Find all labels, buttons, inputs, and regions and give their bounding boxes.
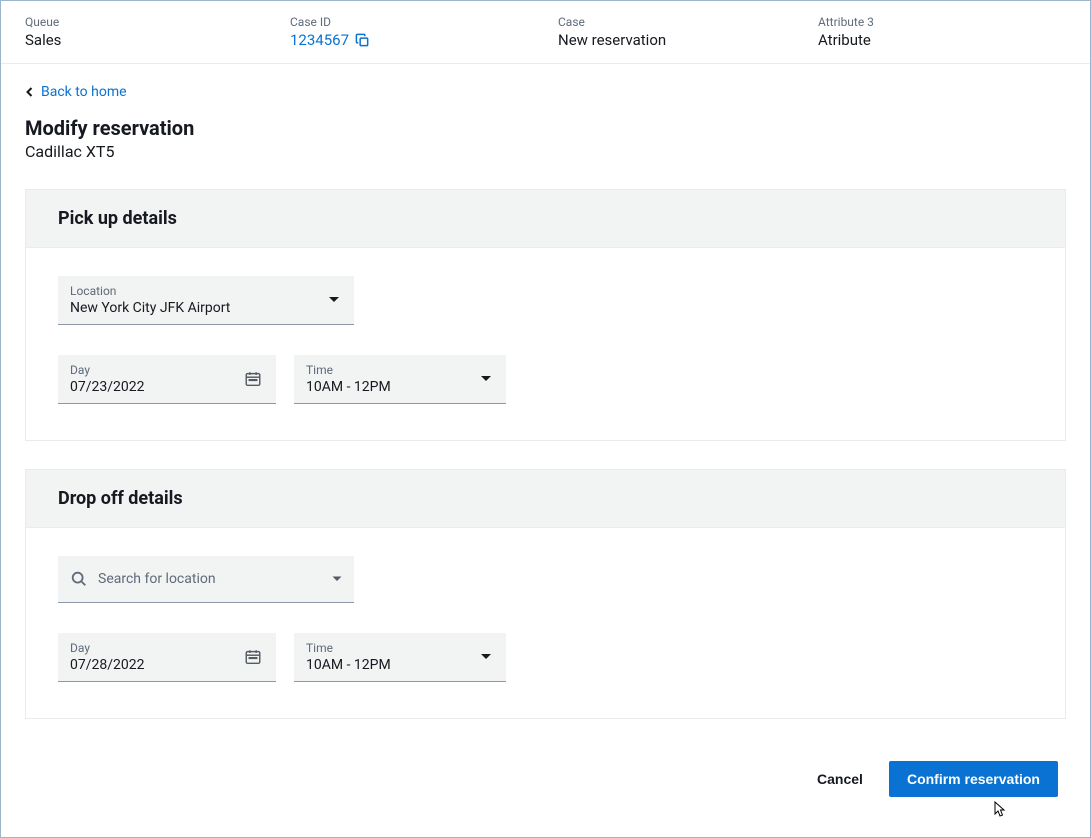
page-title: Modify reservation xyxy=(25,116,1066,140)
copy-icon[interactable] xyxy=(355,33,370,48)
cancel-button[interactable]: Cancel xyxy=(813,763,867,795)
pickup-day-label: Day xyxy=(70,363,264,377)
caseid-value[interactable]: 1234567 xyxy=(290,31,558,49)
pickup-time-label: Time xyxy=(306,363,494,377)
caret-down-icon xyxy=(332,576,342,582)
attr3-label: Attribute 3 xyxy=(818,15,1066,29)
calendar-icon xyxy=(244,648,262,666)
chevron-left-icon xyxy=(25,86,35,98)
queue-value: Sales xyxy=(25,31,290,49)
dropoff-day-input[interactable]: Day 07/28/2022 xyxy=(58,633,276,682)
pickup-day-value: 07/23/2022 xyxy=(70,379,264,395)
queue-label: Queue xyxy=(25,15,290,29)
pickup-day-input[interactable]: Day 07/23/2022 xyxy=(58,355,276,404)
caret-down-icon xyxy=(480,653,492,661)
pickup-heading: Pick up details xyxy=(26,190,1065,248)
case-header: Queue Sales Case ID 1234567 Case New res… xyxy=(1,1,1090,64)
pickup-time-select[interactable]: Time 10AM - 12PM xyxy=(294,355,506,404)
back-link[interactable]: Back to home xyxy=(25,84,1066,100)
caret-down-icon xyxy=(480,375,492,383)
search-icon xyxy=(70,570,88,588)
back-link-text: Back to home xyxy=(41,84,127,100)
attr3-value: Atribute xyxy=(818,31,1066,49)
dropoff-day-label: Day xyxy=(70,641,264,655)
dropoff-search-placeholder: Search for location xyxy=(98,571,322,587)
dropoff-location-search[interactable]: Search for location xyxy=(58,556,354,603)
header-case: Case New reservation xyxy=(558,15,818,49)
header-case-id: Case ID 1234567 xyxy=(290,15,558,49)
caseid-text: 1234567 xyxy=(290,31,349,49)
caret-down-icon xyxy=(328,296,340,304)
pickup-location-label: Location xyxy=(70,284,342,298)
header-attribute3: Attribute 3 Atribute xyxy=(818,15,1066,49)
header-queue: Queue Sales xyxy=(25,15,290,49)
pickup-location-value: New York City JFK Airport xyxy=(70,300,342,316)
case-label: Case xyxy=(558,15,818,29)
dropoff-day-value: 07/28/2022 xyxy=(70,657,264,673)
confirm-reservation-button[interactable]: Confirm reservation xyxy=(889,761,1058,797)
caseid-label: Case ID xyxy=(290,15,558,29)
dropoff-time-value: 10AM - 12PM xyxy=(306,657,494,673)
pickup-time-value: 10AM - 12PM xyxy=(306,379,494,395)
calendar-icon xyxy=(244,370,262,388)
dropoff-heading: Drop off details xyxy=(26,470,1065,528)
case-value: New reservation xyxy=(558,31,818,49)
page-subtitle: Cadillac XT5 xyxy=(25,142,1066,161)
dropoff-panel: Drop off details Search for location xyxy=(25,469,1066,719)
action-bar: Cancel Confirm reservation xyxy=(25,753,1066,813)
pickup-panel: Pick up details Location New York City J… xyxy=(25,189,1066,441)
cursor-icon xyxy=(989,798,1009,822)
dropoff-time-select[interactable]: Time 10AM - 12PM xyxy=(294,633,506,682)
dropoff-time-label: Time xyxy=(306,641,494,655)
pickup-location-select[interactable]: Location New York City JFK Airport xyxy=(58,276,354,325)
